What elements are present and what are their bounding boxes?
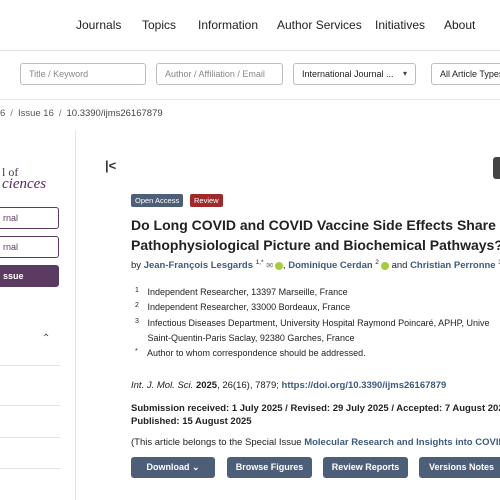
published-date: Published: 15 August 2025	[131, 416, 252, 427]
review-reports-button[interactable]: Review Reports	[323, 457, 408, 478]
article-title: Do Long COVID and COVID Vaccine Side Eff…	[131, 215, 500, 255]
affiliation: 2 Independent Researcher, 33000 Bordeaux…	[135, 302, 350, 312]
author-sup: 2	[375, 259, 379, 266]
chevron-down-icon: ▾	[402, 69, 407, 78]
nav-journals[interactable]: Journals	[76, 18, 121, 32]
download-button[interactable]: Download ⌄	[131, 457, 215, 478]
affiliation-number: 1	[135, 287, 139, 294]
breadcrumb-volume[interactable]: 6	[0, 108, 5, 119]
sidebar-divider	[0, 365, 60, 366]
right-panel-tab[interactable]	[493, 157, 500, 179]
sidebar-divider	[0, 468, 60, 469]
citation-volume: , 26(16), 7879;	[217, 380, 282, 391]
special-issue-link[interactable]: Molecular Research and Insights into COV…	[304, 437, 500, 448]
by-label: by	[131, 260, 142, 272]
versions-notes-button[interactable]: Versions Notes	[419, 457, 500, 478]
nav-information[interactable]: Information	[198, 18, 258, 32]
nav-author-services[interactable]: Author Services	[277, 18, 362, 32]
article-title-line2: Pathophysiological Picture and Biochemic…	[131, 237, 500, 253]
citation: Int. J. Mol. Sci. 2025, 26(16), 7879; ht…	[131, 380, 446, 391]
affiliation-number: 3	[135, 318, 139, 325]
title-keyword-input[interactable]: Title / Keyword	[20, 63, 146, 85]
mail-icon[interactable]: ✉	[266, 261, 273, 270]
search-bar: Title / Keyword Author / Affiliation / E…	[0, 51, 500, 100]
affiliation-text: Saint-Quentin-Paris Saclay, 92380 Garche…	[147, 333, 355, 343]
article-title-line1: Do Long COVID and COVID Vaccine Side Eff…	[131, 217, 496, 233]
special-issue-prefix: (This article belongs to the Special Iss…	[131, 437, 305, 448]
chevron-down-icon: ⌄	[191, 462, 200, 472]
affiliation-text: Infectious Diseases Department, Universi…	[147, 318, 490, 328]
sidebar-journal-button-1[interactable]: rnal	[0, 207, 59, 229]
sidebar-journal-button-2[interactable]: rnal	[0, 236, 59, 258]
breadcrumb-issue[interactable]: Issue 16	[18, 108, 54, 119]
browse-figures-button[interactable]: Browse Figures	[227, 457, 312, 478]
sidebar-divider	[0, 405, 60, 406]
collapse-sidebar-icon[interactable]: |<	[105, 158, 116, 173]
breadcrumb-doi[interactable]: 10.3390/ijms26167879	[67, 108, 163, 119]
author-link[interactable]: Christian Perronne	[410, 260, 496, 271]
author-sup: 1,*	[255, 259, 264, 266]
affiliation-number: *	[135, 348, 138, 355]
top-nav: Journals Topics Information Author Servi…	[0, 0, 500, 51]
nav-initiatives[interactable]: Initiatives	[375, 18, 425, 32]
journal-select-value: International Journal ...	[302, 69, 394, 79]
article-type-select-value: All Article Types	[440, 69, 500, 79]
doi-link[interactable]: https://doi.org/10.3390/ijms26167879	[282, 380, 447, 391]
citation-journal: Int. J. Mol. Sci.	[131, 380, 194, 391]
journal-title-line2: ciences	[2, 176, 47, 192]
affiliation: * Author to whom correspondence should b…	[135, 348, 366, 358]
orcid-icon[interactable]	[380, 261, 389, 270]
article-type-select[interactable]: All Article Types	[431, 63, 500, 85]
journal-select[interactable]: International Journal ... ▾	[293, 63, 416, 85]
affiliation-text: Independent Researcher, 33000 Bordeaux, …	[147, 302, 351, 312]
affiliation: 1 Independent Researcher, 13397 Marseill…	[135, 287, 348, 297]
citation-year: 2025	[195, 380, 218, 391]
author-affiliation-input[interactable]: Author / Affiliation / Email	[156, 63, 283, 85]
affiliation-text: Author to whom correspondence should be …	[147, 348, 366, 358]
review-badge: Review	[190, 194, 223, 207]
download-label: Download	[146, 462, 190, 472]
special-issue-note: (This article belongs to the Special Iss…	[131, 437, 500, 448]
author-link[interactable]: Dominique Cerdan	[288, 260, 372, 271]
chevron-up-icon[interactable]: ⌃	[42, 333, 50, 344]
affiliation-number: 2	[135, 302, 139, 309]
breadcrumb: 6/Issue 16/10.3390/ijms26167879	[0, 108, 163, 119]
affiliation: Saint-Quentin-Paris Saclay, 92380 Garche…	[135, 333, 355, 343]
affiliation-text: Independent Researcher, 13397 Marseille,…	[147, 287, 348, 297]
open-access-badge: Open Access	[131, 194, 184, 207]
sidebar-issue-button[interactable]: ssue	[0, 265, 59, 287]
author-list: by Jean-François Lesgards 1,* ✉, Dominiq…	[131, 259, 500, 271]
orcid-icon[interactable]	[274, 261, 283, 270]
author-link[interactable]: Jean-François Lesgards	[144, 260, 253, 271]
affiliation: 3 Infectious Diseases Department, Univer…	[135, 318, 490, 328]
nav-about[interactable]: About	[444, 18, 475, 32]
nav-topics[interactable]: Topics	[142, 18, 176, 32]
sidebar-divider	[0, 437, 60, 438]
submission-dates: Submission received: 1 July 2025 / Revis…	[131, 403, 500, 414]
and-label: and	[391, 260, 408, 272]
